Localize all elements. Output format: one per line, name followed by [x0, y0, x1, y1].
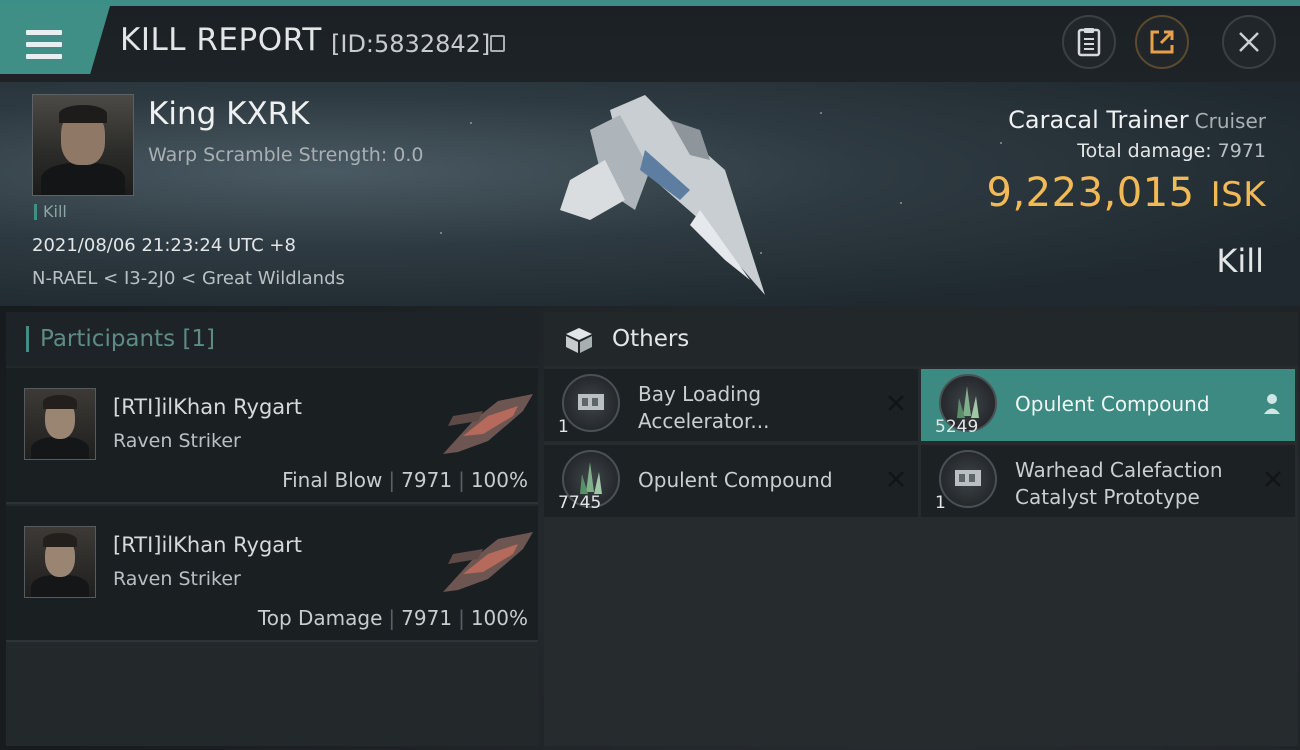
kill-report-window: KILL REPORT [ID:5832842] King KXRK Warp …	[0, 0, 1300, 750]
kill-result: Kill	[1216, 242, 1264, 280]
victim-portrait[interactable]	[32, 94, 134, 196]
item-quantity: 1	[558, 417, 569, 437]
participants-title: Participants [1]	[40, 326, 215, 352]
others-panel: Others 1 Bay Loading Accelerator... 5249…	[544, 312, 1298, 746]
clipboard-icon	[1077, 28, 1101, 57]
participant-row[interactable]: [RTI]ilKhan Rygart Raven Striker Final B…	[6, 368, 538, 504]
share-icon	[1150, 30, 1174, 54]
participants-panel: Participants [1] [RTI]ilKhan Rygart Rave…	[6, 312, 538, 746]
participant-ship: Raven Striker	[113, 568, 241, 590]
item-name: Opulent Compound	[638, 468, 833, 492]
total-damage-label: Total damage:	[1077, 140, 1212, 162]
cube-icon	[566, 328, 592, 353]
others-header: Others	[544, 312, 1298, 366]
victim-ship-image	[560, 95, 765, 295]
kill-tag: Kill	[34, 204, 67, 220]
header-bar: KILL REPORT [ID:5832842]	[0, 0, 1300, 82]
others-title: Others	[612, 326, 690, 352]
participant-name: [RTI]ilKhan Rygart	[113, 533, 303, 557]
item-name: Bay Loading Accelerator...	[638, 382, 770, 433]
warp-scramble-strength: Warp Scramble Strength: 0.0	[148, 144, 424, 166]
total-damage-value: 7971	[1217, 140, 1266, 162]
victim-name: King KXRK	[148, 96, 310, 132]
victim-summary: King KXRK Warp Scramble Strength: 0.0 Ki…	[0, 82, 1300, 306]
item-quantity: 1	[935, 493, 946, 513]
close-icon[interactable]	[886, 469, 906, 489]
participant-damage: 7971	[401, 606, 453, 630]
header-accent-line	[0, 0, 1300, 6]
person-icon	[1264, 394, 1280, 414]
close-icon[interactable]	[1263, 469, 1283, 489]
close-button[interactable]	[1222, 15, 1276, 69]
copy-icon[interactable]	[490, 35, 505, 52]
menu-button[interactable]	[0, 6, 110, 74]
loss-item[interactable]: 5249 Opulent Compound	[921, 369, 1295, 441]
participant-role: Top Damage	[257, 606, 383, 630]
participant-role: Final Blow	[282, 468, 383, 492]
close-icon	[1239, 32, 1259, 52]
kill-datetime: 2021/08/06 21:23:24 UTC +8	[32, 235, 296, 256]
item-name: Warhead Calefaction Catalyst Prototype	[1015, 458, 1223, 509]
participant-name: [RTI]ilKhan Rygart	[113, 395, 303, 419]
report-button[interactable]	[1062, 15, 1116, 69]
avatar[interactable]	[24, 388, 96, 460]
loss-item[interactable]: 1 Warhead Calefaction Catalyst Prototype	[921, 445, 1295, 517]
isk-value-line: 9,223,015 ISK	[987, 170, 1266, 216]
item-name: Opulent Compound	[1015, 392, 1210, 416]
ship-name: Caracal Trainer	[1008, 106, 1189, 134]
ship-class: Cruiser	[1194, 109, 1266, 133]
avatar[interactable]	[24, 526, 96, 598]
isk-unit: ISK	[1210, 175, 1266, 215]
total-damage-line: Total damage: 7971	[1077, 140, 1266, 162]
kill-location: N-RAEL < I3-2J0 < Great Wildlands	[32, 268, 345, 289]
share-button[interactable]	[1135, 15, 1189, 69]
kill-id: [ID:5832842]	[331, 30, 491, 58]
participant-damage: 7971	[401, 468, 453, 492]
page-title: KILL REPORT	[120, 22, 322, 58]
raven-striker-ship-icon	[443, 394, 533, 454]
participant-stats: Top Damage | 7971 | 100%	[257, 606, 528, 630]
participant-ship: Raven Striker	[113, 430, 241, 452]
ship-name-line: Caracal Trainer Cruiser	[1008, 106, 1266, 134]
participant-percent: 100%	[470, 606, 528, 630]
loss-item[interactable]: 1 Bay Loading Accelerator...	[544, 369, 918, 441]
hamburger-icon	[26, 30, 62, 60]
item-quantity: 7745	[558, 493, 602, 513]
participant-percent: 100%	[470, 468, 528, 492]
loss-item[interactable]: 7745 Opulent Compound	[544, 445, 918, 517]
module-icon	[939, 450, 997, 508]
header-marker	[26, 326, 29, 352]
item-quantity: 5249	[935, 417, 979, 437]
participant-row[interactable]: [RTI]ilKhan Rygart Raven Striker Top Dam…	[6, 506, 538, 642]
participants-header[interactable]: Participants [1]	[6, 312, 538, 366]
participant-stats: Final Blow | 7971 | 100%	[282, 468, 528, 492]
isk-value: 9,223,015	[986, 170, 1195, 216]
raven-striker-ship-icon	[443, 532, 533, 592]
close-icon[interactable]	[886, 393, 906, 413]
module-icon	[562, 374, 620, 432]
